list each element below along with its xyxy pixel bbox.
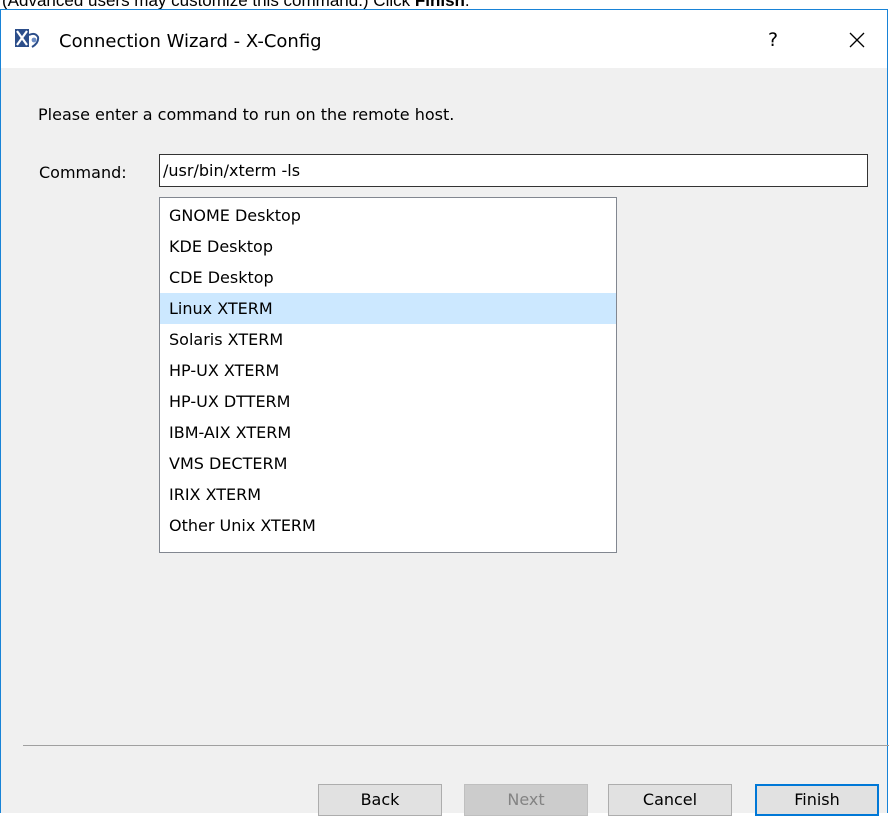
list-item[interactable]: IBM-AIX XTERM bbox=[160, 417, 616, 448]
command-preset-list[interactable]: GNOME Desktop KDE Desktop CDE Desktop Linux… bbox=[159, 197, 617, 553]
instruction-text: Please enter a command to run on the rem… bbox=[38, 105, 455, 124]
footer-divider bbox=[23, 745, 889, 746]
next-button[interactable]: Next bbox=[464, 784, 588, 816]
list-item[interactable]: CDE Desktop bbox=[160, 262, 616, 293]
list-item[interactable]: Other Unix XTERM bbox=[160, 510, 616, 541]
command-input[interactable] bbox=[159, 154, 868, 187]
list-item[interactable]: IRIX XTERM bbox=[160, 479, 616, 510]
connection-wizard-dialog: Connection Wizard - X-Config ? Please en… bbox=[0, 9, 889, 816]
close-icon[interactable] bbox=[841, 25, 873, 55]
list-item[interactable]: Solaris XTERM bbox=[160, 324, 616, 355]
x-config-icon bbox=[15, 29, 40, 48]
list-item[interactable]: VMS DECTERM bbox=[160, 448, 616, 479]
help-button[interactable]: ? bbox=[763, 27, 783, 53]
list-item[interactable]: HP-UX XTERM bbox=[160, 355, 616, 386]
list-item[interactable]: Linux XTERM bbox=[160, 293, 616, 324]
list-item[interactable]: HP-UX DTTERM bbox=[160, 386, 616, 417]
list-item[interactable]: GNOME Desktop bbox=[160, 200, 616, 231]
cancel-button[interactable]: Cancel bbox=[608, 784, 732, 816]
list-item[interactable]: KDE Desktop bbox=[160, 231, 616, 262]
window-title: Connection Wizard - X-Config bbox=[59, 31, 322, 52]
title-bar[interactable]: Connection Wizard - X-Config ? bbox=[1, 10, 887, 68]
command-label: Command: bbox=[39, 163, 127, 182]
back-button[interactable]: Back bbox=[318, 784, 442, 816]
finish-button[interactable]: Finish bbox=[755, 784, 879, 816]
